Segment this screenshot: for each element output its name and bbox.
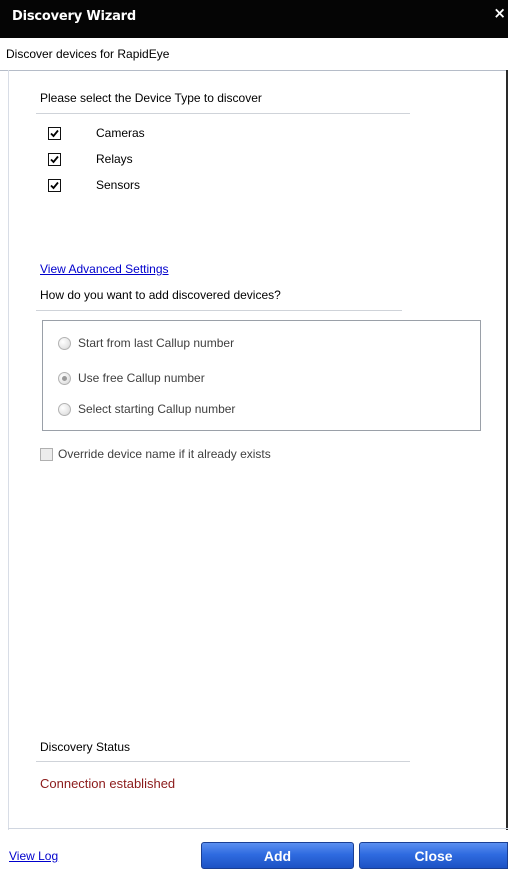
select-starting-callup-label: Select starting Callup number bbox=[78, 402, 236, 416]
close-icon[interactable]: × bbox=[493, 4, 506, 22]
subheader: Discover devices for RapidEye bbox=[0, 38, 508, 71]
start-last-callup-label: Start from last Callup number bbox=[78, 336, 235, 350]
use-free-callup-radio[interactable] bbox=[58, 372, 71, 385]
device-type-heading: Please select the Device Type to discove… bbox=[40, 91, 262, 105]
discovery-status-text: Connection established bbox=[40, 776, 176, 791]
checkmark-icon bbox=[50, 181, 59, 190]
view-advanced-settings-link[interactable]: View Advanced Settings bbox=[40, 262, 169, 276]
override-device-name-label: Override device name if it already exist… bbox=[58, 447, 271, 461]
sensors-checkbox[interactable] bbox=[48, 179, 61, 192]
subheader-text: Discover devices for RapidEye bbox=[6, 47, 170, 61]
select-starting-callup-radio[interactable] bbox=[58, 403, 71, 416]
device-type-separator bbox=[36, 113, 410, 114]
relays-label: Relays bbox=[96, 152, 133, 166]
cameras-checkbox[interactable] bbox=[48, 127, 61, 140]
sensors-label: Sensors bbox=[96, 178, 141, 192]
footer: View Log Add Close bbox=[0, 832, 508, 874]
discovery-status-heading: Discovery Status bbox=[40, 740, 131, 754]
frame-bottom-border bbox=[8, 828, 508, 829]
frame-left-border bbox=[8, 70, 9, 830]
add-devices-question: How do you want to add discovered device… bbox=[40, 288, 281, 302]
override-device-name-checkbox[interactable] bbox=[40, 448, 53, 461]
title-bar: Discovery Wizard × bbox=[0, 0, 508, 38]
checkmark-icon bbox=[50, 129, 59, 138]
use-free-callup-label: Use free Callup number bbox=[78, 371, 205, 385]
relays-checkbox[interactable] bbox=[48, 153, 61, 166]
window-title: Discovery Wizard bbox=[12, 9, 136, 24]
cameras-label: Cameras bbox=[96, 126, 145, 140]
checkmark-icon bbox=[50, 155, 59, 164]
view-log-link[interactable]: View Log bbox=[9, 849, 58, 863]
close-button[interactable]: Close bbox=[359, 842, 508, 869]
start-last-callup-radio[interactable] bbox=[58, 337, 71, 350]
add-button[interactable]: Add bbox=[201, 842, 354, 869]
advanced-separator bbox=[36, 310, 402, 311]
status-separator bbox=[36, 761, 410, 762]
